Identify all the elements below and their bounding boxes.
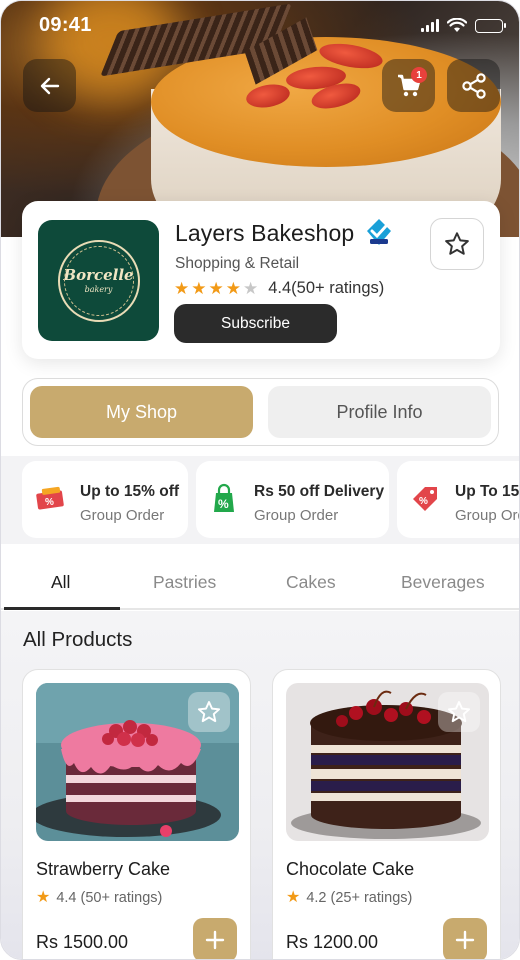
add-to-cart-button[interactable] xyxy=(443,918,487,959)
coupon-icon: % xyxy=(36,486,64,510)
add-to-cart-button[interactable] xyxy=(193,918,237,959)
product-rating-text: 4.2 (25+ ratings) xyxy=(306,890,413,906)
shop-name: Layers Bakeshop xyxy=(175,220,355,246)
svg-text:%: % xyxy=(218,497,229,511)
cart-button[interactable]: 1 xyxy=(382,59,435,112)
offer-card[interactable]: % Up to 15% off Group Order xyxy=(22,461,188,538)
svg-text:%: % xyxy=(419,496,428,507)
cart-count-badge: 1 xyxy=(411,67,427,83)
verified-badge-icon xyxy=(367,219,391,245)
star-outline-icon xyxy=(445,232,469,255)
product-card[interactable]: Strawberry Cake ★ 4.4 (50+ ratings) Rs 1… xyxy=(22,669,251,959)
offer-card[interactable]: % Rs 50 off Delivery Group Order xyxy=(196,461,389,538)
favorite-shop-button[interactable] xyxy=(430,218,484,270)
offer-title: Up to 15% off xyxy=(80,483,180,500)
star-icon: ★ xyxy=(225,279,241,298)
shop-info-card: Borcelle bakery Layers Bakeshop Shopping… xyxy=(22,201,500,359)
arrow-left-icon xyxy=(40,77,59,94)
favorite-product-button[interactable] xyxy=(438,692,480,732)
star-icon: ★ xyxy=(36,889,51,906)
status-bar: 09:41 xyxy=(1,1,519,49)
shop-rating-text: 4.4(50+ ratings) xyxy=(268,279,385,297)
product-image xyxy=(36,683,239,841)
offer-title: Rs 50 off Delivery xyxy=(254,483,385,500)
star-icon: ★ xyxy=(286,889,301,906)
star-icon: ★ xyxy=(174,279,190,298)
plus-icon xyxy=(455,930,475,950)
offer-card[interactable]: % Up To 15% off Group Order xyxy=(397,461,520,538)
logo-brand-name: Borcelle xyxy=(63,265,134,284)
star-empty-icon: ★ xyxy=(243,279,259,298)
star-outline-icon xyxy=(447,701,471,723)
back-button[interactable] xyxy=(23,59,76,112)
star-icon: ★ xyxy=(191,279,207,298)
product-rating: ★ 4.2 (25+ ratings) xyxy=(286,889,413,907)
offers-carousel: % Up to 15% off Group Order % Rs 50 off … xyxy=(1,456,520,544)
product-price: Rs 1200.00 xyxy=(286,932,379,952)
favorite-product-button[interactable] xyxy=(188,692,230,732)
my-shop-tab[interactable]: My Shop xyxy=(30,386,253,438)
product-price: Rs 1500.00 xyxy=(36,932,129,952)
products-section: All Products Strawberry Cake ★ 4.4 (50+ … xyxy=(1,611,519,959)
product-rating: ★ 4.4 (50+ ratings) xyxy=(36,889,163,907)
star-icon: ★ xyxy=(208,279,224,298)
tab-pastries[interactable]: Pastries xyxy=(153,572,216,593)
profile-info-tab[interactable]: Profile Info xyxy=(268,386,491,438)
product-card[interactable]: Chocolate Cake ★ 4.2 (25+ ratings) Rs 12… xyxy=(272,669,501,959)
product-name: Chocolate Cake xyxy=(286,859,415,879)
offer-subtitle: Group Order xyxy=(80,507,165,524)
wifi-icon xyxy=(447,18,467,32)
discount-tag-icon: % xyxy=(413,487,437,511)
percent-bag-icon: % xyxy=(214,483,234,512)
share-icon xyxy=(461,72,486,99)
shop-view-toggle: My Shop Profile Info xyxy=(22,378,499,446)
subscribe-button[interactable]: Subscribe xyxy=(174,304,337,343)
logo-brand-sub: bakery xyxy=(84,284,113,294)
category-tabs: All Pastries Cakes Beverages xyxy=(1,553,519,610)
battery-icon xyxy=(475,18,506,33)
shop-category: Shopping & Retail xyxy=(175,255,300,272)
tab-cakes[interactable]: Cakes xyxy=(286,572,336,593)
offer-subtitle: Group Order xyxy=(455,507,519,524)
shop-logo: Borcelle bakery xyxy=(38,220,159,341)
active-tab-indicator xyxy=(4,607,120,610)
tab-all[interactable]: All xyxy=(51,572,70,593)
offer-subtitle: Group Order xyxy=(254,507,339,524)
cellular-signal-icon xyxy=(421,19,439,32)
status-time: 09:41 xyxy=(39,14,92,36)
app-screen: 09:41 1 Borcelle bakery Layers Bakeshop … xyxy=(0,0,520,960)
section-title: All Products xyxy=(23,628,133,651)
product-rating-text: 4.4 (50+ ratings) xyxy=(56,890,163,906)
tab-beverages[interactable]: Beverages xyxy=(401,572,485,593)
product-name: Strawberry Cake xyxy=(36,859,171,879)
star-outline-icon xyxy=(197,701,221,723)
offer-title: Up To 15% off xyxy=(455,483,520,500)
share-button[interactable] xyxy=(447,59,500,112)
shop-rating: ★ ★ ★ ★ ★ 4.4(50+ ratings) xyxy=(174,279,384,298)
plus-icon xyxy=(205,930,225,950)
product-image xyxy=(286,683,489,841)
svg-text:%: % xyxy=(45,497,54,508)
